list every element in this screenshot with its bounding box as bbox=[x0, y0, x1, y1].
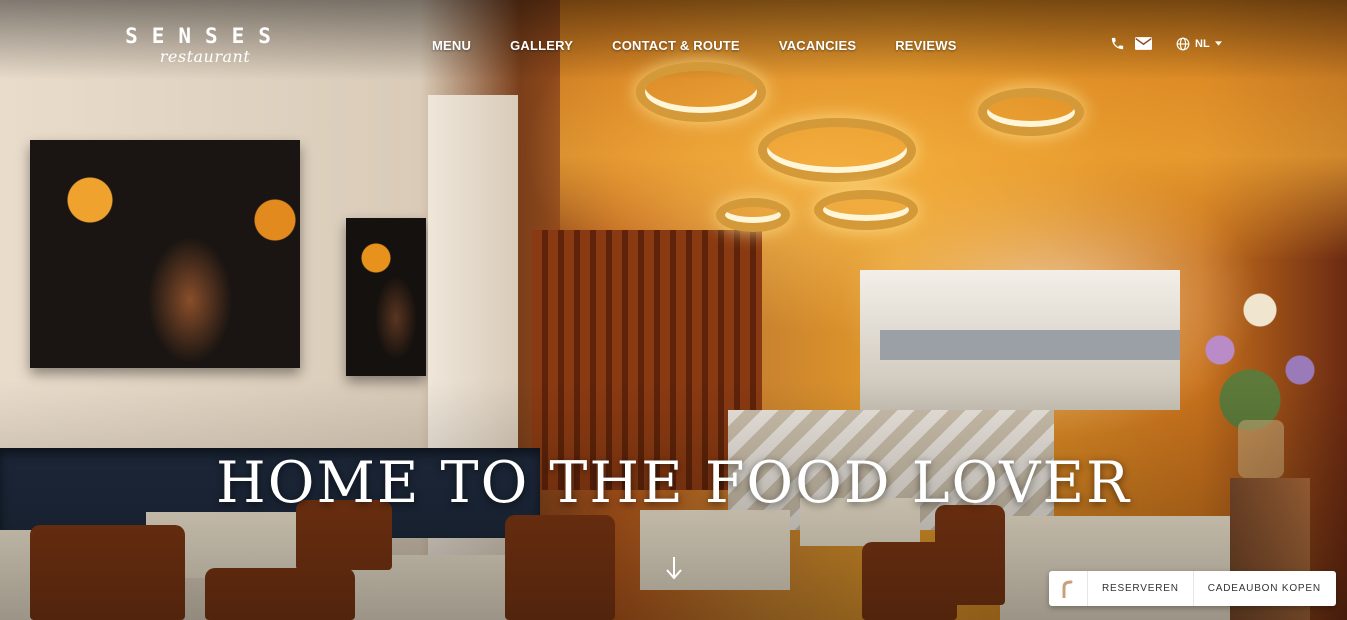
header-utilities: NL bbox=[1110, 36, 1222, 51]
nav-item-contact-route[interactable]: CONTACT & ROUTE bbox=[612, 38, 740, 53]
nav-item-vacancies[interactable]: VACANCIES bbox=[779, 38, 856, 53]
envelope-icon[interactable] bbox=[1135, 37, 1152, 50]
hero-headline: HOME TO THE FOOD LOVER bbox=[216, 450, 1131, 516]
brand-subtitle: restaurant bbox=[159, 47, 251, 66]
chevron-down-icon bbox=[1214, 41, 1222, 46]
language-label: NL bbox=[1195, 37, 1210, 50]
language-selector[interactable]: NL bbox=[1176, 37, 1222, 51]
brand-name: SENSES bbox=[125, 24, 285, 48]
nav-item-reviews[interactable]: REVIEWS bbox=[895, 38, 956, 53]
reserve-button[interactable]: RESERVEREN bbox=[1088, 571, 1193, 606]
main-nav: MENU GALLERY CONTACT & ROUTE VACANCIES R… bbox=[432, 38, 957, 53]
widget-logo-icon[interactable] bbox=[1049, 571, 1088, 606]
arrow-down-icon[interactable] bbox=[663, 554, 685, 582]
wall-artwork bbox=[346, 218, 426, 376]
phone-icon[interactable] bbox=[1110, 36, 1125, 51]
wall-artwork bbox=[30, 140, 300, 368]
nav-item-gallery[interactable]: GALLERY bbox=[510, 38, 573, 53]
nav-item-menu[interactable]: MENU bbox=[432, 38, 471, 53]
brand-logo[interactable]: SENSES restaurant bbox=[112, 24, 298, 66]
buy-gift-voucher-button[interactable]: CADEAUBON KOPEN bbox=[1192, 571, 1335, 606]
hero-background bbox=[0, 0, 1347, 620]
booking-widget: RESERVEREN CADEAUBON KOPEN bbox=[1049, 571, 1336, 606]
globe-icon bbox=[1176, 37, 1190, 51]
